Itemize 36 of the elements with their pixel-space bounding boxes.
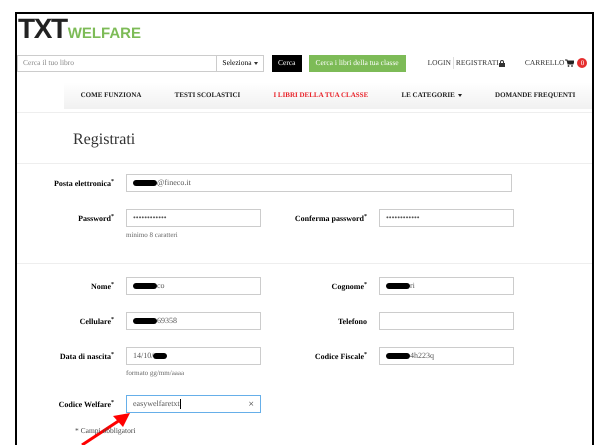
field-label: Data di nascita$^{*}$ [58,350,114,362]
field-value: co [157,280,165,292]
input-field[interactable]: co [126,276,261,294]
input-field[interactable]: 4h223q [379,346,514,364]
field-value: ri [410,280,415,292]
field-label: Cellulare$^{*}$ [78,316,114,328]
field-label: Password$^{*}$ [77,213,114,225]
page-title: Registrati [72,130,136,150]
field-value: 14/10/ [133,350,154,362]
field-value: •••••••••••• [386,212,420,224]
field-label: Cognome$^{*}$ [330,280,367,292]
clear-button[interactable]: × [248,396,254,412]
input-field[interactable]: •••••••••••• [126,209,261,227]
caret-icon [458,94,462,96]
field-value: 4h223q [410,350,434,362]
input-field[interactable]: @fineco.it [126,174,512,192]
field-label: Nome$^{*}$ [90,280,114,292]
field-label: Telefono [336,316,367,328]
lock-icon [498,60,505,66]
field-value: easywelfaretxt [133,398,180,410]
field-value: @fineco.it [157,177,191,189]
input-field[interactable] [379,312,514,330]
field-label: Posta elettronica$^{*}$ [53,178,114,190]
input-field[interactable]: 69358 [126,312,261,330]
logo[interactable]: TXTWELFARE [17,14,592,42]
input-field[interactable]: 14/10/ [126,346,261,364]
field-label: Codice Welfare$^{*}$ [58,399,114,411]
cart-icon [565,59,574,67]
input-field[interactable]: •••••••••••• [379,209,514,227]
input-field[interactable]: easywelfaretxt × [126,395,261,413]
field-label: Conferma password$^{*}$ [294,213,367,225]
field-label: Codice Fiscale$^{*}$ [314,350,367,362]
caret-icon [254,62,258,64]
field-value: 69358 [157,314,177,326]
field-value: •••••••••••• [133,212,167,224]
input-field[interactable]: ri [379,276,514,294]
